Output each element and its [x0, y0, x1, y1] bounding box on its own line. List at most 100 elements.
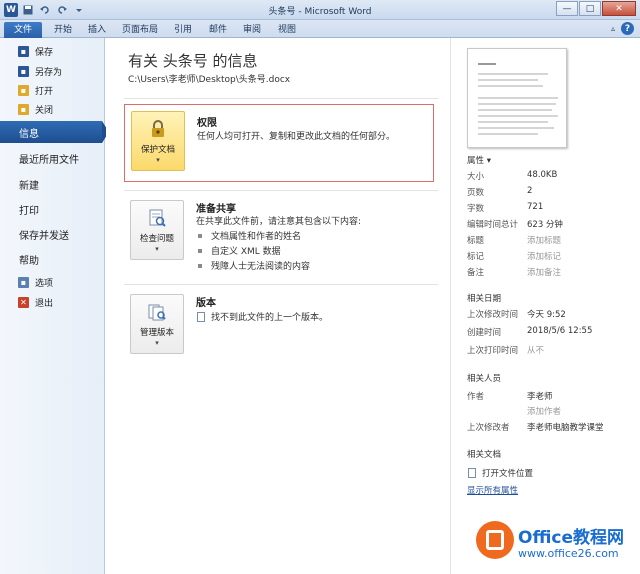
- watermark-title: Office教程网: [518, 528, 625, 548]
- prop-words: 字数 721: [467, 202, 637, 218]
- tab-references[interactable]: 引用: [168, 22, 198, 38]
- page-title: 有关 头条号 的信息: [128, 52, 258, 70]
- maximize-button[interactable]: □: [579, 1, 601, 16]
- add-title-field[interactable]: 添加标题: [527, 234, 561, 246]
- minimize-ribbon-icon[interactable]: ▵: [611, 24, 615, 33]
- prop-key: 大小: [467, 172, 485, 182]
- prop-tags: 标记 添加标记: [467, 250, 637, 266]
- prop-editing-time: 编辑时间总计 623 分钟: [467, 218, 637, 234]
- check-issues-label: 检查问题: [139, 234, 174, 244]
- tab-insert[interactable]: 插入: [82, 22, 112, 38]
- tab-view[interactable]: 视图: [272, 22, 302, 38]
- document-icon: [468, 468, 476, 478]
- versions-desc-row: 找不到此文件的上一个版本。: [196, 310, 328, 323]
- prop-last-modified: 上次修改时间 今天 9:52: [467, 308, 637, 324]
- document-thumbnail[interactable]: [467, 48, 567, 148]
- minimize-button[interactable]: —: [556, 1, 578, 16]
- nav-open[interactable]: ▪ 打开: [0, 81, 105, 99]
- tab-mailings[interactable]: 邮件: [203, 22, 233, 38]
- prop-title: 标题 添加标题: [467, 234, 637, 250]
- open-file-location-label: 打开文件位置: [482, 469, 534, 479]
- manage-versions-button[interactable]: 管理版本 ▾: [130, 294, 184, 354]
- protect-document-label: 保护文档: [140, 145, 175, 155]
- protect-document-button[interactable]: 保护文档 ▾: [131, 111, 185, 171]
- related-dates-header: 相关日期: [467, 294, 502, 304]
- nav-save-label: 保存: [35, 47, 54, 58]
- close-button[interactable]: ✕: [602, 1, 636, 16]
- tab-review[interactable]: 审阅: [237, 22, 267, 38]
- nav-new[interactable]: 新建: [0, 173, 105, 195]
- nav-save[interactable]: ▪ 保存: [0, 42, 105, 60]
- save-as-icon: ▪: [18, 65, 29, 77]
- prop-value: 48.0KB: [527, 170, 558, 180]
- nav-close-label: 关闭: [35, 105, 54, 116]
- check-issues-button[interactable]: 检查问题 ▾: [130, 200, 184, 260]
- chevron-down-icon: ▾: [155, 339, 159, 347]
- prop-key: 标记: [467, 252, 485, 262]
- file-path: C:\Users\李老师\Desktop\头条号.docx: [128, 75, 291, 85]
- prop-value: 从不: [527, 346, 545, 356]
- nav-print[interactable]: 打印: [0, 198, 105, 220]
- nav-exit-label: 退出: [35, 298, 54, 309]
- show-all-properties-link[interactable]: 显示所有属性: [467, 484, 518, 496]
- prepare-title: 准备共享: [196, 204, 236, 215]
- permissions-section: 保护文档 ▾ 权限 任何人均可打开、复制和更改此文档的任何部分。: [124, 104, 434, 182]
- lock-key-icon: [147, 118, 169, 140]
- close-doc-icon: ▪: [18, 103, 29, 115]
- nav-save-as[interactable]: ▪ 另存为: [0, 62, 105, 80]
- prepare-bullet: 文档属性和作者的姓名: [198, 229, 301, 242]
- versions-section: 管理版本 ▾ 版本 找不到此文件的上一个版本。: [124, 290, 434, 360]
- prop-key: 上次打印时间: [467, 346, 519, 356]
- nav-save-send[interactable]: 保存并发送: [0, 223, 105, 245]
- prop-value: 721: [527, 202, 544, 212]
- prepare-section: 检查问题 ▾ 准备共享 在共享此文件前，请注意其包含以下内容: 文档属性和作者的…: [124, 196, 434, 276]
- nav-close[interactable]: ▪ 关闭: [0, 100, 105, 118]
- prop-last-modified-by: 上次修改者 李老师电脑教学课堂: [467, 421, 637, 437]
- document-icon: [197, 311, 205, 322]
- watermark-url: www.office26.com: [518, 547, 619, 560]
- related-people-header: 相关人员: [467, 374, 502, 384]
- chevron-down-icon: ▾: [156, 156, 160, 164]
- window-title: 头条号 - Microsoft Word: [268, 7, 372, 17]
- ribbon-tab-bar: 文件 开始 插入 页面布局 引用 邮件 审阅 视图 ▵ ?: [0, 20, 640, 38]
- prop-value: 623 分钟: [527, 220, 563, 230]
- prepare-bullet: 自定义 XML 数据: [198, 244, 281, 257]
- add-author-field[interactable]: 添加作者: [527, 405, 561, 417]
- chevron-down-icon: ▾: [155, 245, 159, 253]
- nav-options-label: 选项: [35, 278, 54, 289]
- permissions-desc: 任何人均可打开、复制和更改此文档的任何部分。: [197, 132, 396, 142]
- divider: [124, 190, 438, 191]
- add-tags-field[interactable]: 添加标记: [527, 250, 561, 262]
- prop-value: 今天 9:52: [527, 310, 566, 320]
- properties-panel: 属性 ▾ 大小 48.0KB 页数 2 字数 721 编辑时间总计 623 分钟 标题添…: [450, 38, 640, 574]
- divider: [124, 98, 438, 99]
- nav-info[interactable]: 信息: [0, 121, 109, 143]
- save-icon: ▪: [18, 45, 29, 57]
- nav-recent[interactable]: 最近所用文件: [0, 147, 105, 169]
- prop-key: 备注: [467, 268, 485, 278]
- prop-created: 创建时间 2018/5/6 12:55: [467, 326, 637, 342]
- nav-open-label: 打开: [35, 86, 54, 97]
- prop-key: 编辑时间总计: [467, 220, 519, 230]
- add-comments-field[interactable]: 添加备注: [527, 266, 561, 278]
- help-area: ▵ ?: [611, 22, 634, 35]
- properties-header[interactable]: 属性 ▾: [467, 154, 491, 166]
- nav-help[interactable]: 帮助: [0, 248, 105, 270]
- tab-file[interactable]: 文件: [4, 22, 42, 38]
- tab-page-layout[interactable]: 页面布局: [118, 22, 162, 38]
- site-watermark: Office教程网 www.office26.com: [476, 518, 636, 570]
- open-folder-icon: ▪: [18, 84, 29, 96]
- author-name[interactable]: 李老师: [527, 390, 553, 402]
- prop-key: 上次修改时间: [467, 310, 519, 320]
- open-file-location-link[interactable]: 打开文件位置: [467, 465, 637, 481]
- options-icon: ▪: [18, 276, 29, 288]
- last-modified-by-name[interactable]: 李老师电脑教学课堂: [527, 421, 604, 433]
- tab-home[interactable]: 开始: [48, 22, 78, 38]
- nav-exit[interactable]: ✕ 退出: [0, 293, 105, 311]
- prop-key: 上次修改者: [467, 423, 510, 433]
- prepare-bullet: 残障人士无法阅读的内容: [198, 259, 310, 272]
- versions-title: 版本: [196, 298, 216, 309]
- help-icon[interactable]: ?: [621, 22, 634, 35]
- prop-add-author: 添加作者: [467, 405, 637, 421]
- nav-options[interactable]: ▪ 选项: [0, 273, 105, 291]
